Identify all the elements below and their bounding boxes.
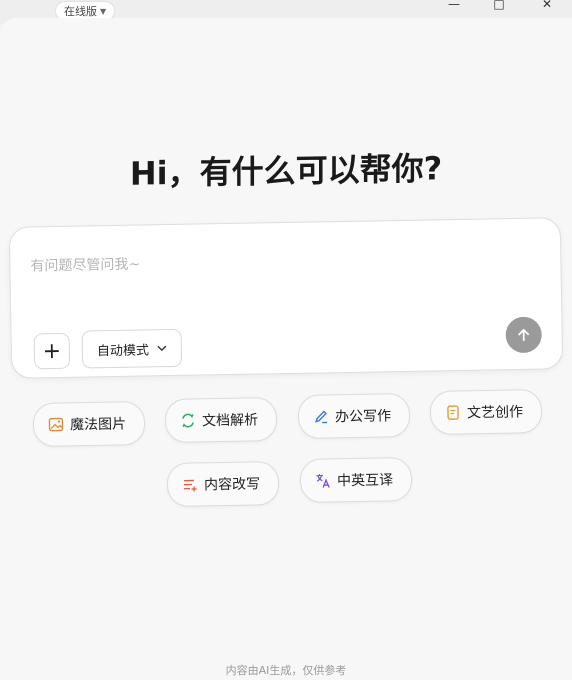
quick-action-doc-parse[interactable]: 文档解析 xyxy=(164,397,278,443)
quick-action-label: 魔法图片 xyxy=(69,416,127,434)
rewrite-icon xyxy=(183,479,197,492)
quick-action-label: 文档解析 xyxy=(201,412,259,430)
send-button[interactable] xyxy=(505,316,542,354)
doc-create-icon xyxy=(447,405,459,420)
translate-icon xyxy=(316,474,330,488)
maximize-icon[interactable]: □ xyxy=(492,0,506,11)
quick-action-magic-image[interactable]: 魔法图片 xyxy=(32,401,146,447)
close-icon[interactable]: ✕ xyxy=(540,0,554,11)
mode-label: 自动模式 xyxy=(96,342,150,359)
chat-input-placeholder[interactable]: 有问题尽管问我~ xyxy=(30,254,140,276)
quick-action-translate[interactable]: 中英互译 xyxy=(299,457,413,503)
plus-icon: + xyxy=(42,338,62,364)
doc-parse-icon xyxy=(182,413,194,428)
minimize-icon[interactable]: — xyxy=(447,0,461,11)
caret-down-icon: ▼ xyxy=(100,6,107,16)
quick-action-office-writing[interactable]: 办公写作 xyxy=(297,393,411,439)
arrow-up-icon xyxy=(518,328,530,341)
quick-action-label: 内容改写 xyxy=(203,476,261,494)
pen-icon xyxy=(315,410,328,424)
quick-action-label: 中英互译 xyxy=(336,472,394,490)
quick-action-label: 办公写作 xyxy=(334,408,392,426)
chat-input-card[interactable]: 有问题尽管问我~ + 自动模式 xyxy=(8,217,564,379)
magic-image-icon xyxy=(48,417,64,432)
add-attachment-button[interactable]: + xyxy=(33,332,71,370)
version-label: 在线版 xyxy=(64,5,97,18)
quick-action-rewrite[interactable]: 内容改写 xyxy=(166,461,280,507)
chevron-down-icon xyxy=(157,345,167,352)
mode-select-button[interactable]: 自动模式 xyxy=(81,328,183,369)
ai-disclaimer: 内容由AI生成，仅供参考 xyxy=(225,664,347,677)
quick-action-label: 文艺创作 xyxy=(466,404,524,422)
quick-action-creative-writing[interactable]: 文艺创作 xyxy=(429,389,543,435)
